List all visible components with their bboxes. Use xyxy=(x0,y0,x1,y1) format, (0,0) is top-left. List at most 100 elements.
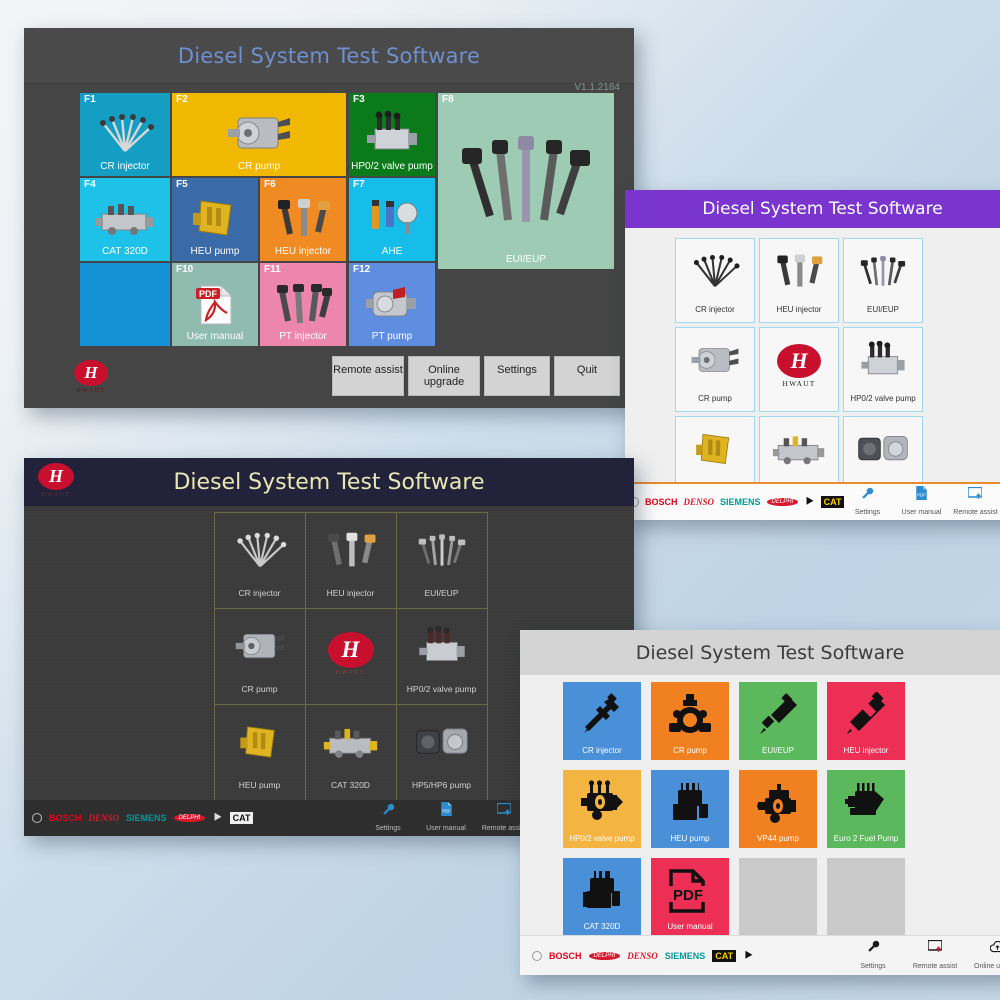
siemens-logo: SIEMENS xyxy=(126,813,167,823)
settings-action[interactable]: Settings xyxy=(364,801,412,835)
tile-euro2-fuel-pump[interactable]: Euro 2 Fuel Pump xyxy=(827,770,905,848)
siemens-logo: SIEMENS xyxy=(720,497,761,507)
monitor-icon xyxy=(912,939,958,955)
user-manual-action[interactable]: PDF User manual xyxy=(422,801,470,835)
tile-f7-ahe[interactable]: F7 AHE xyxy=(349,178,435,261)
cr-injector-photo-icon xyxy=(80,107,170,158)
settings-button[interactable]: Settings xyxy=(484,356,550,396)
cell-cr-pump[interactable]: CR pump xyxy=(213,607,306,705)
tile-empty-blue[interactable] xyxy=(80,263,170,346)
brand-logos: BOSCH DENSO SIEMENS DELPHI ⯈ CAT xyxy=(625,494,845,510)
tile-empty-2[interactable] xyxy=(827,858,905,936)
cell-heu-injector[interactable]: HEU injector xyxy=(759,238,839,323)
action-label: Remote assist xyxy=(912,962,958,970)
cell-label: CAT 320D xyxy=(331,779,370,790)
svg-text:PDF: PDF xyxy=(917,493,926,498)
remote-assist-button[interactable]: Remote assist xyxy=(332,356,404,396)
tile-f12-pt-pump[interactable]: F12 PT pump xyxy=(349,263,435,346)
pt-pump-photo-icon xyxy=(349,277,435,328)
cat-logo: CAT xyxy=(820,496,845,508)
cell-cat-320d[interactable]: CAT 320D xyxy=(304,703,397,801)
tile-heu-pump[interactable]: HEU pump xyxy=(651,770,729,848)
cell-hwaut-logo[interactable]: H HWAUT xyxy=(304,607,397,705)
cell-eui-eup[interactable]: EUI/EUP xyxy=(395,511,488,609)
heu-injector-glyph-icon xyxy=(827,688,905,742)
tile-f1-cr-injector[interactable]: F1 CR injector xyxy=(80,93,170,176)
remote-assist-action[interactable]: Remote assist xyxy=(912,939,958,973)
wrench-icon xyxy=(844,485,890,501)
tile-f4-cat-320d[interactable]: F4 CAT 320D xyxy=(80,178,170,261)
cell-hp5-hp6-pump[interactable]: HP5/HP6 pump xyxy=(395,703,488,801)
tile-cat-320d[interactable]: CAT 320D xyxy=(563,858,641,936)
brand-logos: BOSCH DENSO SIEMENS DELPHI ⯈ CAT xyxy=(24,810,254,826)
settings-action[interactable]: Settings xyxy=(850,939,896,973)
cummins-logo: ⯈ xyxy=(804,494,815,509)
tile-eui-eup[interactable]: EUI/EUP xyxy=(739,682,817,760)
cell-hwaut-logo[interactable]: H HWAUT xyxy=(759,327,839,412)
cell-eui-eup[interactable]: EUI/EUP xyxy=(843,238,923,323)
settings-action[interactable]: Settings xyxy=(844,485,890,519)
eui-eup-glyph-icon xyxy=(739,688,817,742)
tile-label: PT injector xyxy=(279,331,327,342)
tile-fkey: F5 xyxy=(176,179,188,190)
cell-hp02-valve-pump[interactable]: HP0/2 valve pump xyxy=(843,327,923,412)
remote-assist-action[interactable]: Remote assist xyxy=(952,485,998,519)
tile-label: EUI/EUP xyxy=(761,746,794,755)
tile-f11-pt-injector[interactable]: F11 PT injector xyxy=(260,263,346,346)
hwaut-wordmark: HWAUT xyxy=(76,387,106,394)
online-upgrade-action[interactable]: Online upgrade xyxy=(974,939,1000,973)
tile-label: Euro 2 Fuel Pump xyxy=(833,834,899,843)
tile-f6-heu-injector[interactable]: F6 HEU injector xyxy=(260,178,346,261)
cell-label: CR pump xyxy=(241,683,278,694)
heu-injector-photo-icon xyxy=(306,521,396,579)
svg-text:PDF: PDF xyxy=(199,289,218,299)
tile-f2-cr-pump[interactable]: F2 CR pump xyxy=(172,93,346,176)
window4-footer: BOSCH DELPHI DENSO SIEMENS CAT ⯈ Setting… xyxy=(520,935,1000,975)
svg-text:PDF: PDF xyxy=(673,887,703,904)
tile-label: User manual xyxy=(186,331,244,342)
window-diesel-test-light[interactable]: Diesel System Test Software CR injector xyxy=(520,630,1000,975)
tile-empty-1[interactable] xyxy=(739,858,817,936)
heu-pump-photo-icon xyxy=(676,423,754,475)
tile-label: HP0/2 valve pump xyxy=(351,161,433,172)
tile-f10-user-manual[interactable]: F10 PDF User manual xyxy=(172,263,258,346)
cell-cr-injector[interactable]: CR injector xyxy=(675,238,755,323)
window-diesel-test-grey[interactable]: Diesel System Test Software V1.1.2184 F1 xyxy=(24,28,634,408)
online-upgrade-button[interactable]: Online upgrade xyxy=(408,356,480,396)
cell-hp02-valve-pump[interactable]: HP0/2 valve pump xyxy=(395,607,488,705)
cell-heu-injector[interactable]: HEU injector xyxy=(304,511,397,609)
cell-label: HEU injector xyxy=(776,305,822,314)
tile-fkey: F7 xyxy=(353,179,365,190)
cell-heu-pump[interactable]: HEU pump xyxy=(213,703,306,801)
bosch-icon xyxy=(32,813,42,823)
tile-user-manual[interactable]: PDF User manual xyxy=(651,858,729,936)
hwaut-mark: H xyxy=(38,463,74,490)
tile-label: HEU injector xyxy=(274,246,332,257)
window-diesel-test-purple[interactable]: Diesel System Test Software CR injector xyxy=(625,190,1000,520)
quit-button[interactable]: Quit xyxy=(554,356,620,396)
hwaut-wordmark: HWAUT xyxy=(335,668,366,676)
hwaut-mark: H xyxy=(327,631,374,668)
window1-tile-grid: F1 CR injector F2 CR pump F3 HP0/2 valve… xyxy=(24,84,634,408)
tile-hp02-valve-pump[interactable]: HP0/2 valve pump xyxy=(563,770,641,848)
hp02-valve-pump-glyph-icon xyxy=(563,776,641,830)
heu-injector-photo-icon xyxy=(760,245,838,297)
hp5hp6-pump-photo-icon xyxy=(397,713,487,771)
tile-vp44-pump[interactable]: VP44 pump xyxy=(739,770,817,848)
tile-f8-eui-eup[interactable]: F8 EUI/EUP xyxy=(438,93,614,269)
eui-eup-photo-icon xyxy=(844,245,922,297)
cr-pump-photo-icon xyxy=(172,107,346,158)
user-manual-action[interactable]: PDF User manual xyxy=(898,485,944,519)
cloud-upload-icon xyxy=(974,939,1000,955)
cell-cr-injector[interactable]: CR injector xyxy=(213,511,306,609)
tile-cr-injector[interactable]: CR injector xyxy=(563,682,641,760)
window2-cell-grid: CR injector HEU injector EUI/EUP CR pump… xyxy=(625,228,1000,501)
tile-cr-pump[interactable]: CR pump xyxy=(651,682,729,760)
cell-label: CR injector xyxy=(238,587,281,598)
tile-f3-hp02-valve-pump[interactable]: F3 HP0/2 valve pump xyxy=(349,93,435,176)
tile-heu-injector[interactable]: HEU injector xyxy=(827,682,905,760)
ahe-photo-icon xyxy=(349,192,435,243)
tile-fkey: F10 xyxy=(176,264,194,275)
cell-cr-pump[interactable]: CR pump xyxy=(675,327,755,412)
tile-f5-heu-pump[interactable]: F5 HEU pump xyxy=(172,178,258,261)
